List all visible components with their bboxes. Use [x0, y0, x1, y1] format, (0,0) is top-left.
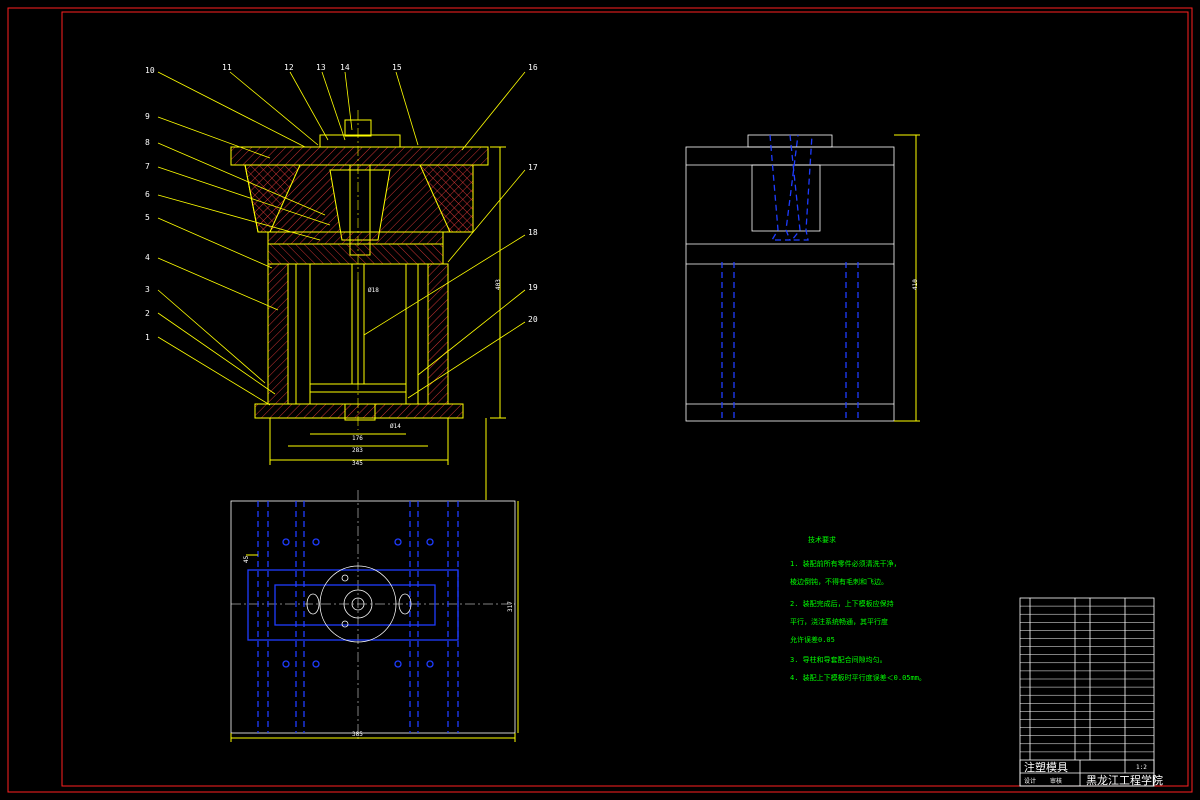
tech-req-line-6: 3. 导柱和导套配合间隙均匀。 [790, 655, 887, 664]
tech-req-line-4: 平行，浇注系统畅通，其平行度 [790, 617, 888, 626]
balloon-13: 13 [316, 63, 326, 72]
title-block-designer: 设计 [1024, 777, 1036, 785]
balloon-11: 11 [222, 63, 232, 72]
balloon-18: 18 [528, 228, 538, 237]
dim-plan-small: 45 [243, 555, 250, 563]
balloon-14: 14 [340, 63, 350, 72]
tech-req-line-7: 4. 装配上下模板时平行度误差＜0.05mm。 [790, 673, 926, 682]
balloon-6: 6 [145, 190, 150, 199]
balloon-20: 20 [528, 315, 538, 324]
dim-height-overall: 403 [495, 279, 502, 290]
side-view [685, 134, 920, 422]
drawing-sheet: 403 176 283 345 Ø14 Ø18 1 2 3 4 5 6 7 8 … [7, 7, 1193, 793]
balloon-10: 10 [145, 66, 155, 75]
balloon-19: 19 [528, 283, 538, 292]
tech-req-line-3: 2. 装配完成后，上下模板应保持 [790, 599, 894, 608]
balloon-7: 7 [145, 162, 150, 171]
title-block-drawing-title: 注塑模具 [1024, 760, 1068, 774]
balloon-17: 17 [528, 163, 538, 172]
balloon-3: 3 [145, 285, 150, 294]
outer-frame [7, 7, 1193, 793]
balloon-9: 9 [145, 112, 150, 121]
balloon-2: 2 [145, 309, 150, 318]
balloon-15: 15 [392, 63, 402, 72]
parts-list-table [1019, 597, 1155, 787]
dim-width-bottom-1: 176 [352, 435, 363, 442]
title-block-reviewer: 审核 [1050, 777, 1062, 785]
balloon-12: 12 [284, 63, 294, 72]
tech-req-line-2: 棱边倒钝，不得有毛刺和飞边。 [790, 577, 888, 586]
dim-plan-height: 317 [507, 601, 514, 612]
title-block-school: 黑龙江工程学院 [1086, 773, 1163, 787]
balloon-16: 16 [528, 63, 538, 72]
front-section-view [230, 110, 506, 500]
dim-dia-18: Ø18 [368, 287, 379, 294]
tech-req-line-5: 允许误差0.05 [790, 635, 835, 644]
dim-width-bottom-3: 345 [352, 460, 363, 467]
balloon-5: 5 [145, 213, 150, 222]
title-block-scale: 1:2 [1136, 764, 1147, 771]
tech-req-line-1: 1. 装配前所有零件必须清洗干净， [790, 559, 901, 568]
plan-view [230, 490, 519, 742]
dim-dia-14: Ø14 [390, 423, 401, 430]
balloon-4: 4 [145, 253, 150, 262]
dim-plan-width: 385 [352, 731, 363, 738]
balloon-8: 8 [145, 138, 150, 147]
balloon-1: 1 [145, 333, 150, 342]
tech-req-title: 技术要求 [808, 535, 836, 544]
parts-list-rows [1020, 605, 1154, 753]
dim-width-bottom-2: 283 [352, 447, 363, 454]
dim-side-height: 410 [912, 279, 919, 290]
